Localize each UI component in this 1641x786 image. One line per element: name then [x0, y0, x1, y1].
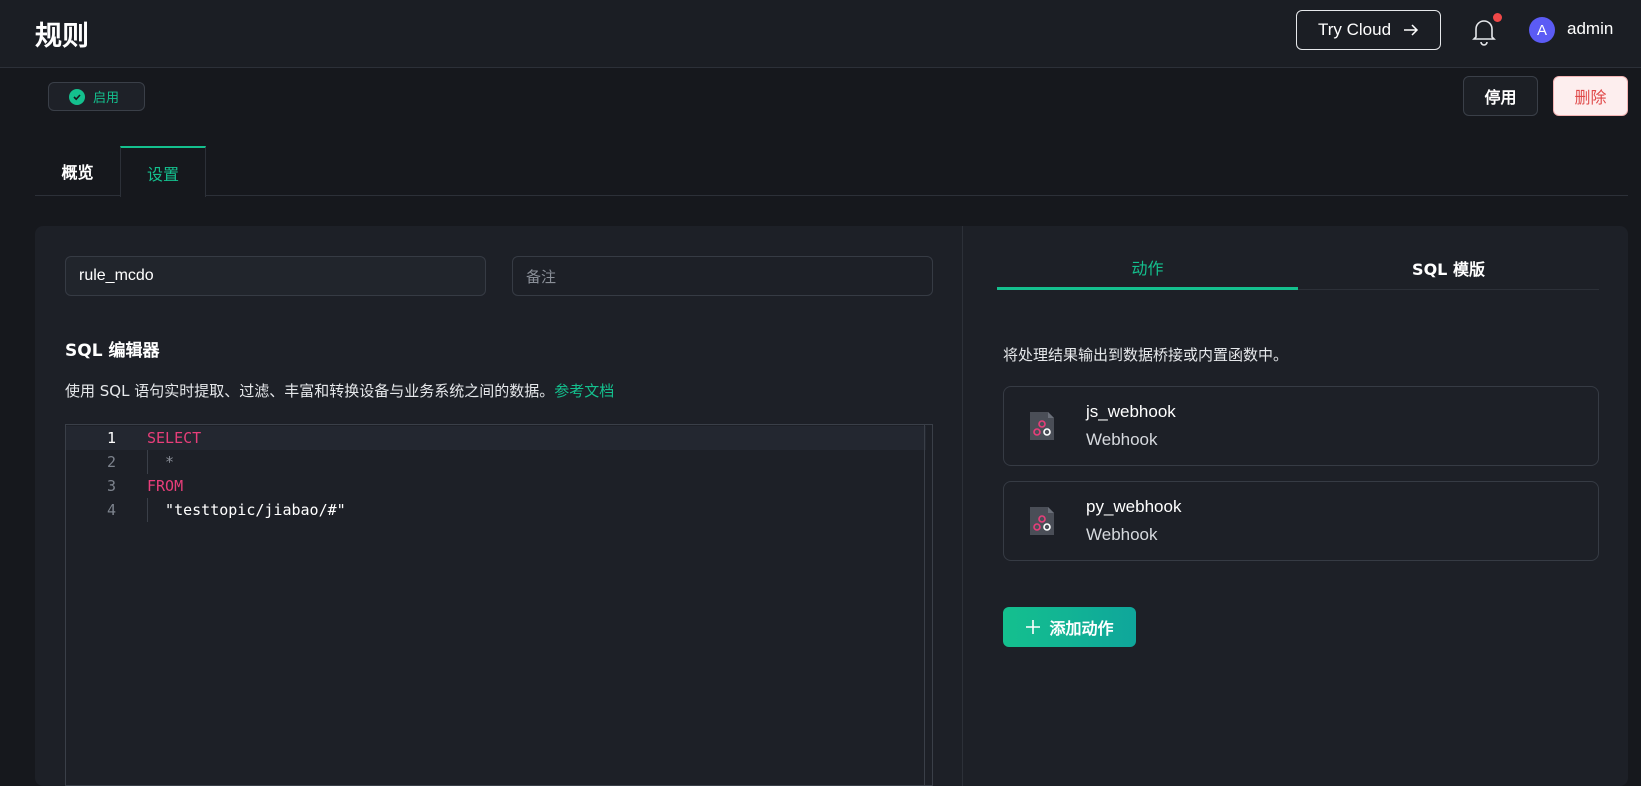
code-text: *	[147, 453, 175, 471]
sql-editor-title: SQL 编辑器	[65, 341, 160, 361]
line-number: 3	[106, 477, 116, 495]
code-line: 4 "testtopic/jiabao/#"	[66, 498, 926, 522]
webhook-icon	[1030, 412, 1054, 440]
panel-divider	[962, 226, 963, 786]
right-tab-bar: 动作 SQL 模版	[997, 246, 1599, 290]
notification-dot	[1493, 13, 1502, 22]
action-name: js_webhook	[1086, 402, 1176, 421]
top-bar: 规则 Try Cloud A admin	[0, 0, 1641, 68]
actions-description: 将处理结果输出到数据桥接或内置函数中。	[1003, 346, 1289, 364]
rule-name-input[interactable]: rule_mcdo	[65, 256, 486, 296]
add-action-button[interactable]: 添加动作	[1003, 607, 1136, 647]
code-line: 2 *	[66, 450, 926, 474]
status-label: 启用	[93, 91, 120, 106]
tab-actions[interactable]: 动作	[997, 246, 1298, 290]
action-card[interactable]: py_webhook Webhook	[1003, 481, 1599, 561]
doc-link[interactable]: 参考文档	[554, 382, 614, 400]
action-type: Webhook	[1086, 525, 1158, 544]
tab-bar: 概览 设置	[35, 146, 1628, 197]
code-line: 3 FROM	[66, 474, 926, 498]
code-text: "testtopic/jiabao/#"	[147, 501, 346, 519]
code-line: 1 SELECT	[66, 426, 926, 450]
add-action-label: 添加动作	[1049, 619, 1114, 638]
editor-scrollbar[interactable]	[924, 425, 932, 785]
webhook-icon	[1030, 507, 1054, 535]
action-card[interactable]: js_webhook Webhook	[1003, 386, 1599, 466]
code-text: FROM	[147, 477, 184, 495]
code-text: SELECT	[147, 429, 202, 447]
tab-overview[interactable]: 概览	[35, 146, 120, 196]
line-number: 2	[106, 453, 116, 471]
page-title: 规则	[35, 21, 89, 52]
check-circle-icon	[69, 88, 85, 105]
sql-description-text: 使用 SQL 语句实时提取、过滤、丰富和转换设备与业务系统之间的数据。	[65, 382, 555, 400]
arrow-right-icon	[1404, 24, 1419, 36]
username[interactable]: admin	[1567, 19, 1613, 39]
sql-code-editor[interactable]: 1 SELECT 2 * 3 FROM 4 "testtopic/jiabao/…	[65, 424, 933, 786]
plus-icon	[1026, 620, 1041, 634]
avatar[interactable]: A	[1529, 17, 1555, 43]
action-name: py_webhook	[1086, 497, 1182, 516]
delete-button[interactable]: 删除	[1553, 76, 1628, 116]
try-cloud-button[interactable]: Try Cloud	[1296, 10, 1441, 50]
tab-sql-templates[interactable]: SQL 模版	[1298, 246, 1599, 290]
tab-settings[interactable]: 设置	[120, 146, 206, 197]
disable-button[interactable]: 停用	[1463, 76, 1538, 116]
remark-input[interactable]: 备注	[512, 256, 933, 296]
try-cloud-label: Try Cloud	[1317, 20, 1392, 39]
line-number: 1	[106, 429, 116, 447]
sql-editor-description: 使用 SQL 语句实时提取、过滤、丰富和转换设备与业务系统之间的数据。参考文档	[65, 380, 614, 401]
line-number: 4	[106, 501, 116, 519]
action-type: Webhook	[1086, 430, 1158, 449]
status-badge: 启用	[48, 82, 145, 111]
